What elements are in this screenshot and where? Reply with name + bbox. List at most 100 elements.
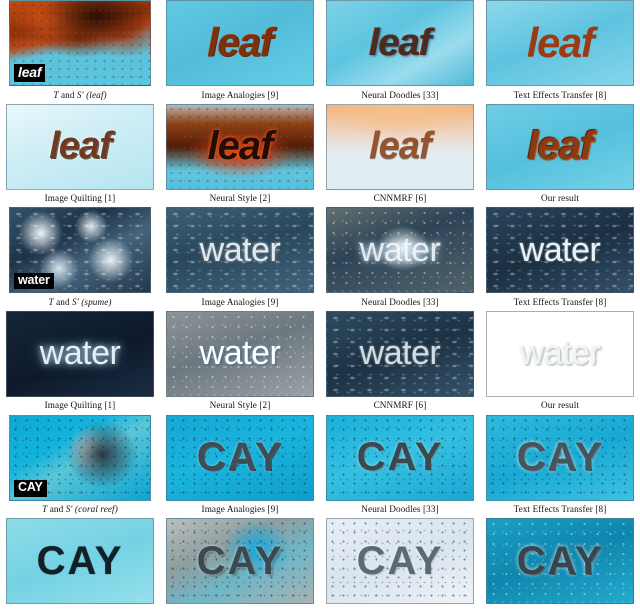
rendered-word: leaf [167,105,313,189]
source-word-chip: water [14,273,54,290]
example-block-cay: CAY T and S′ (coral reef) CAY Image Anal… [0,414,640,609]
rendered-word: water [327,312,473,396]
panel-image-cay-neural-doodles: CAY [326,414,474,501]
figure-cell-water-our-result: water Our result [480,310,640,415]
caption-style-name: (leaf) [86,89,107,100]
example-block-leaf: leaf T and S′ (leaf) leaf Image Analogie… [0,0,640,207]
panel-image-water-our-result: water [486,310,634,397]
caption-style-name: (coral reef) [74,504,118,515]
figure-cell-leaf-our-result: leaf Our result [480,103,640,208]
rendered-word-text: leaf [369,21,431,64]
panel-caption-leaf-image-analogies: Image Analogies [9] [201,89,279,100]
figure-cell-water-image-analogies: water Image Analogies [9] [160,207,320,311]
example-block-water: water T and S′ (spume) water Image Analo… [0,207,640,414]
caption-conjunction: and [58,89,77,100]
rendered-word: CAY [327,416,473,500]
panel-caption-leaf-our-result: Our result [541,193,579,204]
panel-image-leaf-neural-style: leaf [166,103,314,190]
caption-conjunction: and [47,504,66,515]
panel-image-water-image-quilting: water [6,310,154,397]
rendered-word: CAY [327,519,473,603]
figure-row: water T and S′ (spume) water Image Analo… [0,207,640,311]
rendered-word: leaf [167,1,313,85]
caption-style-name: (spume) [81,296,112,307]
panel-caption-cay-our-result: Our result [541,604,579,609]
figure-cell-water-image-quilting: water Image Quilting [1] [0,310,160,415]
panel-image-leaf-image-analogies: leaf [166,0,314,86]
figure-cell-cay-text-effects-transfer: CAY Text Effects Transfer [8] [480,414,640,519]
rendered-word-text: water [359,230,441,269]
panel-caption-cay-image-analogies: Image Analogies [9] [201,504,279,515]
rendered-word-text: CAY [356,435,444,480]
panel-caption-water-our-result: Our result [541,400,579,411]
figure-row: water Image Quilting [1] water Neural St… [0,310,640,415]
figure-cell-cay-image-quilting: CAY Image Quilting [1] [0,518,160,609]
caption-symbol-s: S′ [65,504,73,515]
panel-image-leaf-our-result: leaf [486,103,634,190]
rendered-word: water [327,208,473,292]
figure-cell-water-text-effects-transfer: water Text Effects Transfer [8] [480,207,640,311]
figure-cell-cay-cnnmrf: CAY CNNMRF [6] [320,518,480,609]
rendered-word: leaf [327,1,473,85]
rendered-word: CAY [7,519,153,603]
panel-image-cay-neural-style: CAY [166,518,314,605]
rendered-word-text: water [519,230,601,269]
rendered-word: leaf [327,105,473,189]
panel-caption-water-cnnmrf: CNNMRF [6] [373,400,427,411]
figure-cell-leaf-image-quilting: leaf Image Quilting [1] [0,103,160,208]
panel-image-water-cnnmrf: water [326,310,474,397]
figure-row: CAY Image Quilting [1] CAY Neural Style … [0,518,640,609]
rendered-word: CAY [487,519,633,603]
rendered-word-text: CAY [356,538,444,583]
panel-caption-water-neural-doodles: Neural Doodles [33] [361,296,439,307]
figure-cell-cay-our-result: CAY Our result [480,518,640,609]
panel-caption-cay-neural-style: Neural Style [2] [210,604,271,609]
panel-caption-leaf-cnnmrf: CNNMRF [6] [373,193,427,204]
figure-cell-cay-source: CAY T and S′ (coral reef) [0,414,160,519]
rendered-word-text: CAY [36,538,124,583]
caption-symbol-s: S′ [76,89,84,100]
figure-cell-leaf-text-effects-transfer: leaf Text Effects Transfer [8] [480,0,640,104]
figure-row: CAY T and S′ (coral reef) CAY Image Anal… [0,414,640,519]
rendered-word: CAY [487,416,633,500]
figure-cell-leaf-cnnmrf: leaf CNNMRF [6] [320,103,480,208]
panel-caption-water-image-quilting: Image Quilting [1] [44,400,116,411]
rendered-word: water [7,312,153,396]
panel-image-water-source: water [9,207,151,294]
rendered-word-text: water [519,334,601,373]
panel-caption-water-source: T and S′ (spume) [48,293,111,311]
figure-cell-cay-neural-doodles: CAY Neural Doodles [33] [320,414,480,519]
comparison-figure: leaf T and S′ (leaf) leaf Image Analogie… [0,0,640,609]
panel-image-water-image-analogies: water [166,207,314,294]
rendered-word-text: water [199,230,281,269]
panel-image-cay-image-analogies: CAY [166,414,314,501]
rendered-word: water [167,208,313,292]
panel-image-cay-source: CAY [9,414,151,501]
panel-caption-leaf-neural-style: Neural Style [2] [209,193,271,204]
panel-image-leaf-cnnmrf: leaf [326,103,474,190]
panel-image-cay-text-effects-transfer: CAY [486,414,634,501]
panel-image-leaf-neural-doodles: leaf [326,0,474,86]
source-word-chip: leaf [14,63,46,82]
rendered-word-text: CAY [516,435,604,480]
panel-caption-water-image-analogies: Image Analogies [9] [201,296,279,307]
rendered-word: leaf [7,105,153,189]
rendered-word: CAY [167,416,313,500]
figure-row: leaf Image Quilting [1] leaf Neural Styl… [0,103,640,208]
panel-image-leaf-source: leaf [9,0,151,86]
panel-image-leaf-text-effects-transfer: leaf [486,0,634,86]
panel-image-cay-our-result: CAY [486,518,634,605]
panel-caption-cay-text-effects-transfer: Text Effects Transfer [8] [513,504,607,515]
panel-caption-leaf-text-effects-transfer: Text Effects Transfer [8] [513,89,607,100]
rendered-word-text: leaf [207,124,274,169]
panel-image-water-neural-style: water [166,310,314,397]
rendered-word-text: CAY [196,435,284,480]
rendered-word-text: water [199,334,281,373]
figure-cell-water-neural-doodles: water Neural Doodles [33] [320,207,480,311]
rendered-word-text: CAY [196,538,284,583]
panel-caption-water-neural-style: Neural Style [2] [209,400,271,411]
panel-caption-cay-cnnmrf: CNNMRF [6] [374,604,427,609]
rendered-word-text: water [359,334,441,373]
figure-cell-water-source: water T and S′ (spume) [0,207,160,311]
figure-cell-cay-neural-style: CAY Neural Style [2] [160,518,320,609]
